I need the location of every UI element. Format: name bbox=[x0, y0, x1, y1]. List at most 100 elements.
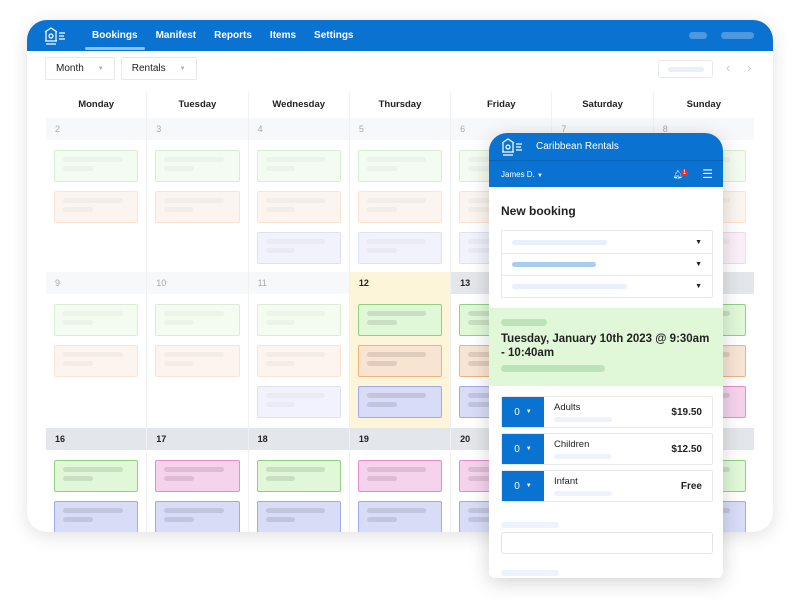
calendar-day[interactable]: 3 bbox=[146, 118, 248, 272]
resource-dropdown[interactable]: Rentals ▼ bbox=[120, 57, 197, 80]
booking-event[interactable] bbox=[357, 460, 443, 492]
booking-event[interactable] bbox=[357, 232, 443, 264]
calendar-day[interactable]: 5 bbox=[348, 118, 451, 272]
day-number: 3 bbox=[147, 118, 248, 140]
tab-settings[interactable]: Settings bbox=[307, 20, 360, 51]
calendar-day[interactable]: 9 bbox=[46, 272, 147, 428]
day-number: 2 bbox=[46, 118, 147, 140]
page-title: New booking bbox=[501, 204, 576, 218]
caret-down-icon: ▼ bbox=[525, 409, 532, 415]
booking-event[interactable] bbox=[357, 191, 443, 223]
ticket-label: Children bbox=[554, 439, 590, 450]
quantity-dropdown[interactable]: 0 ▼ bbox=[502, 471, 544, 501]
selected-timeslot: Tuesday, January 10th 2023 @ 9:30am - 10… bbox=[489, 308, 723, 386]
caret-down-icon: ▼ bbox=[695, 261, 702, 268]
booking-event[interactable] bbox=[54, 191, 139, 223]
booking-event[interactable] bbox=[256, 460, 341, 492]
quantity-dropdown[interactable]: 0 ▼ bbox=[502, 397, 544, 427]
calendar-day[interactable]: 19 bbox=[348, 428, 451, 532]
day-number: 11 bbox=[248, 272, 349, 294]
select-field[interactable]: ▼ bbox=[502, 253, 712, 275]
select-field[interactable]: ▼ bbox=[502, 231, 712, 253]
ticket-row: 0 ▼ Children $12.50 bbox=[501, 433, 713, 465]
select-field[interactable]: ▼ bbox=[502, 275, 712, 297]
booking-event[interactable] bbox=[155, 191, 240, 223]
booking-event[interactable] bbox=[256, 232, 341, 264]
calendar-day[interactable]: 2 bbox=[46, 118, 147, 272]
weekday-header: Friday bbox=[450, 92, 551, 118]
tab-reports[interactable]: Reports bbox=[207, 20, 259, 51]
caret-down-icon: ▼ bbox=[695, 283, 702, 290]
caret-down-icon: ▼ bbox=[525, 483, 532, 489]
chevron-down-icon: ▼ bbox=[179, 65, 186, 72]
day-number: 5 bbox=[349, 118, 451, 140]
booking-event[interactable] bbox=[256, 501, 341, 532]
nav-placeholder[interactable] bbox=[689, 32, 707, 39]
calendar-day[interactable]: 10 bbox=[146, 272, 248, 428]
calendar-day[interactable]: 17 bbox=[146, 428, 248, 532]
booking-event[interactable] bbox=[54, 460, 139, 492]
calendar-day[interactable]: 4 bbox=[247, 118, 349, 272]
ticket-price: $19.50 bbox=[671, 406, 702, 418]
quantity-dropdown[interactable]: 0 ▼ bbox=[502, 434, 544, 464]
booking-event[interactable] bbox=[54, 345, 139, 377]
chevron-down-icon: ▼ bbox=[97, 65, 104, 72]
booking-event[interactable] bbox=[155, 460, 240, 492]
booking-event[interactable] bbox=[256, 150, 341, 182]
booking-event[interactable] bbox=[155, 304, 240, 336]
ticket-price: $12.50 bbox=[671, 443, 702, 455]
ticket-label: Adults bbox=[554, 402, 581, 413]
caret-down-icon: ▼ bbox=[695, 238, 702, 246]
booking-event[interactable] bbox=[357, 304, 443, 336]
weekday-header: Wednesday bbox=[247, 92, 349, 118]
booking-event[interactable] bbox=[54, 304, 139, 336]
calendar-day[interactable]: 12 bbox=[348, 272, 451, 428]
day-number: 10 bbox=[147, 272, 248, 294]
booking-event[interactable] bbox=[155, 345, 240, 377]
booking-event[interactable] bbox=[155, 501, 240, 532]
tab-manifest[interactable]: Manifest bbox=[149, 20, 204, 51]
booking-event[interactable] bbox=[256, 345, 341, 377]
ticket-label: Infant bbox=[554, 476, 578, 487]
ticket-row: 0 ▼ Infant Free bbox=[501, 470, 713, 502]
weekday-header: Thursday bbox=[348, 92, 450, 118]
booking-event[interactable] bbox=[256, 386, 341, 418]
weekday-header: Saturday bbox=[551, 92, 652, 118]
date-picker-button[interactable] bbox=[658, 60, 713, 78]
booking-event[interactable] bbox=[256, 191, 341, 223]
hamburger-menu-icon[interactable]: ☰ bbox=[702, 167, 713, 181]
weekday-header: Sunday bbox=[652, 92, 754, 118]
booking-event[interactable] bbox=[54, 150, 139, 182]
booking-event[interactable] bbox=[155, 150, 240, 182]
text-input[interactable] bbox=[501, 532, 713, 554]
select-group: ▼ ▼ ▼ bbox=[501, 230, 713, 298]
view-dropdown[interactable]: Month ▼ bbox=[45, 57, 115, 80]
user-menu[interactable]: James D. ▼ bbox=[501, 170, 543, 179]
booking-event[interactable] bbox=[357, 150, 443, 182]
booking-event[interactable] bbox=[357, 345, 443, 377]
user-name: James D. bbox=[501, 169, 535, 179]
calendar-day[interactable]: 18 bbox=[247, 428, 349, 532]
top-nav: Bookings Manifest Reports Items Settings bbox=[27, 20, 773, 51]
mobile-booking-panel: Caribbean Rentals James D. ▼ 🔔︎1 ☰ New b… bbox=[489, 133, 723, 578]
notifications-button[interactable]: 🔔︎1 bbox=[673, 169, 689, 179]
booking-event[interactable] bbox=[357, 386, 443, 418]
caret-down-icon: ▼ bbox=[537, 172, 543, 179]
quantity-value: 0 bbox=[514, 480, 520, 492]
chevron-left-icon[interactable]: ‹ bbox=[726, 60, 730, 75]
day-number: 19 bbox=[349, 428, 451, 450]
booking-event[interactable] bbox=[54, 501, 139, 532]
day-number: 16 bbox=[46, 428, 147, 450]
tab-bookings[interactable]: Bookings bbox=[85, 20, 145, 51]
calendar-day[interactable]: 11 bbox=[247, 272, 349, 428]
nav-placeholder[interactable] bbox=[721, 32, 754, 39]
booking-event[interactable] bbox=[256, 304, 341, 336]
quantity-value: 0 bbox=[514, 406, 520, 418]
calendar-day[interactable]: 16 bbox=[46, 428, 147, 532]
logo-icon bbox=[44, 26, 65, 45]
view-label: Month bbox=[56, 63, 84, 74]
chevron-right-icon[interactable]: › bbox=[747, 60, 751, 75]
booking-event[interactable] bbox=[357, 501, 443, 532]
tab-items[interactable]: Items bbox=[263, 20, 303, 51]
notification-badge: 1 bbox=[680, 169, 689, 176]
